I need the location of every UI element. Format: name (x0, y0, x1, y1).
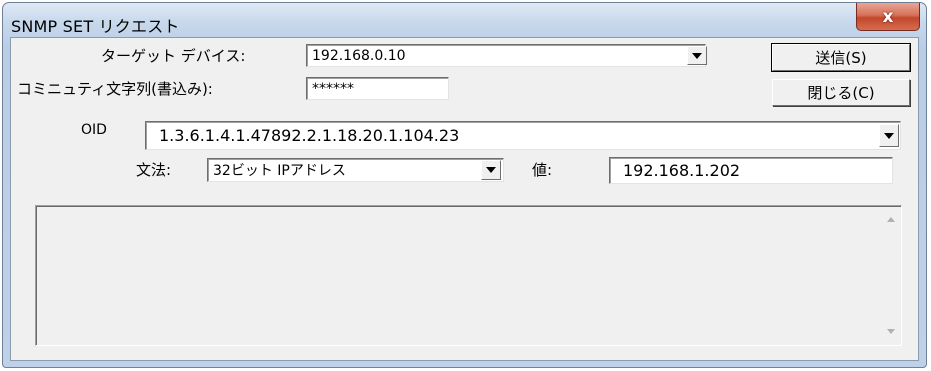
close-window-button[interactable]: x (856, 3, 920, 31)
chevron-down-icon (692, 52, 702, 59)
send-button-label: 送信(S) (815, 49, 867, 67)
close-button-label: 閉じる(C) (807, 84, 875, 102)
scroll-down-icon[interactable] (887, 329, 895, 334)
value-text: 192.168.1.202 (623, 161, 741, 180)
value-input[interactable]: 192.168.1.202 (609, 157, 893, 184)
chevron-down-icon (884, 132, 894, 139)
send-button[interactable]: 送信(S) (771, 43, 911, 72)
value-label: 値: (532, 161, 553, 179)
scroll-up-icon[interactable] (887, 217, 895, 222)
syntax-label: 文法: (136, 161, 172, 179)
target-device-label: ターゲット デバイス: (101, 47, 246, 65)
snmp-set-dialog: SNMP SET リクエスト x ターゲット デバイス: 192.168.0.1… (2, 2, 927, 368)
syntax-combobox[interactable]: 32ビット IPアドレス (207, 158, 504, 182)
oid-label: OID (81, 122, 107, 138)
target-device-dropdown-button[interactable] (687, 46, 707, 65)
community-string-label: コミニュティ文字列(書込み): (17, 80, 213, 98)
chevron-down-icon (486, 167, 496, 173)
oid-dropdown-button[interactable] (879, 124, 899, 147)
window-title: SNMP SET リクエスト (11, 17, 180, 36)
dialog-client-area: ターゲット デバイス: 192.168.0.10 コミニュティ文字列(書込み):… (10, 37, 919, 361)
close-icon: x (882, 6, 894, 27)
oid-combobox[interactable]: 1.3.6.1.4.1.47892.2.1.18.20.1.104.23 (145, 121, 901, 150)
community-string-input[interactable]: ****** (306, 77, 449, 100)
target-device-combobox[interactable]: 192.168.0.10 (306, 44, 706, 67)
target-device-value: 192.168.0.10 (312, 47, 406, 64)
result-scrollbar[interactable] (882, 207, 900, 344)
oid-value: 1.3.6.1.4.1.47892.2.1.18.20.1.104.23 (159, 126, 460, 145)
syntax-value: 32ビット IPアドレス (213, 163, 346, 179)
syntax-dropdown-button[interactable] (481, 160, 501, 180)
close-button[interactable]: 閉じる(C) (772, 79, 910, 106)
community-string-value: ****** (312, 80, 354, 97)
result-text-area[interactable] (35, 205, 902, 346)
